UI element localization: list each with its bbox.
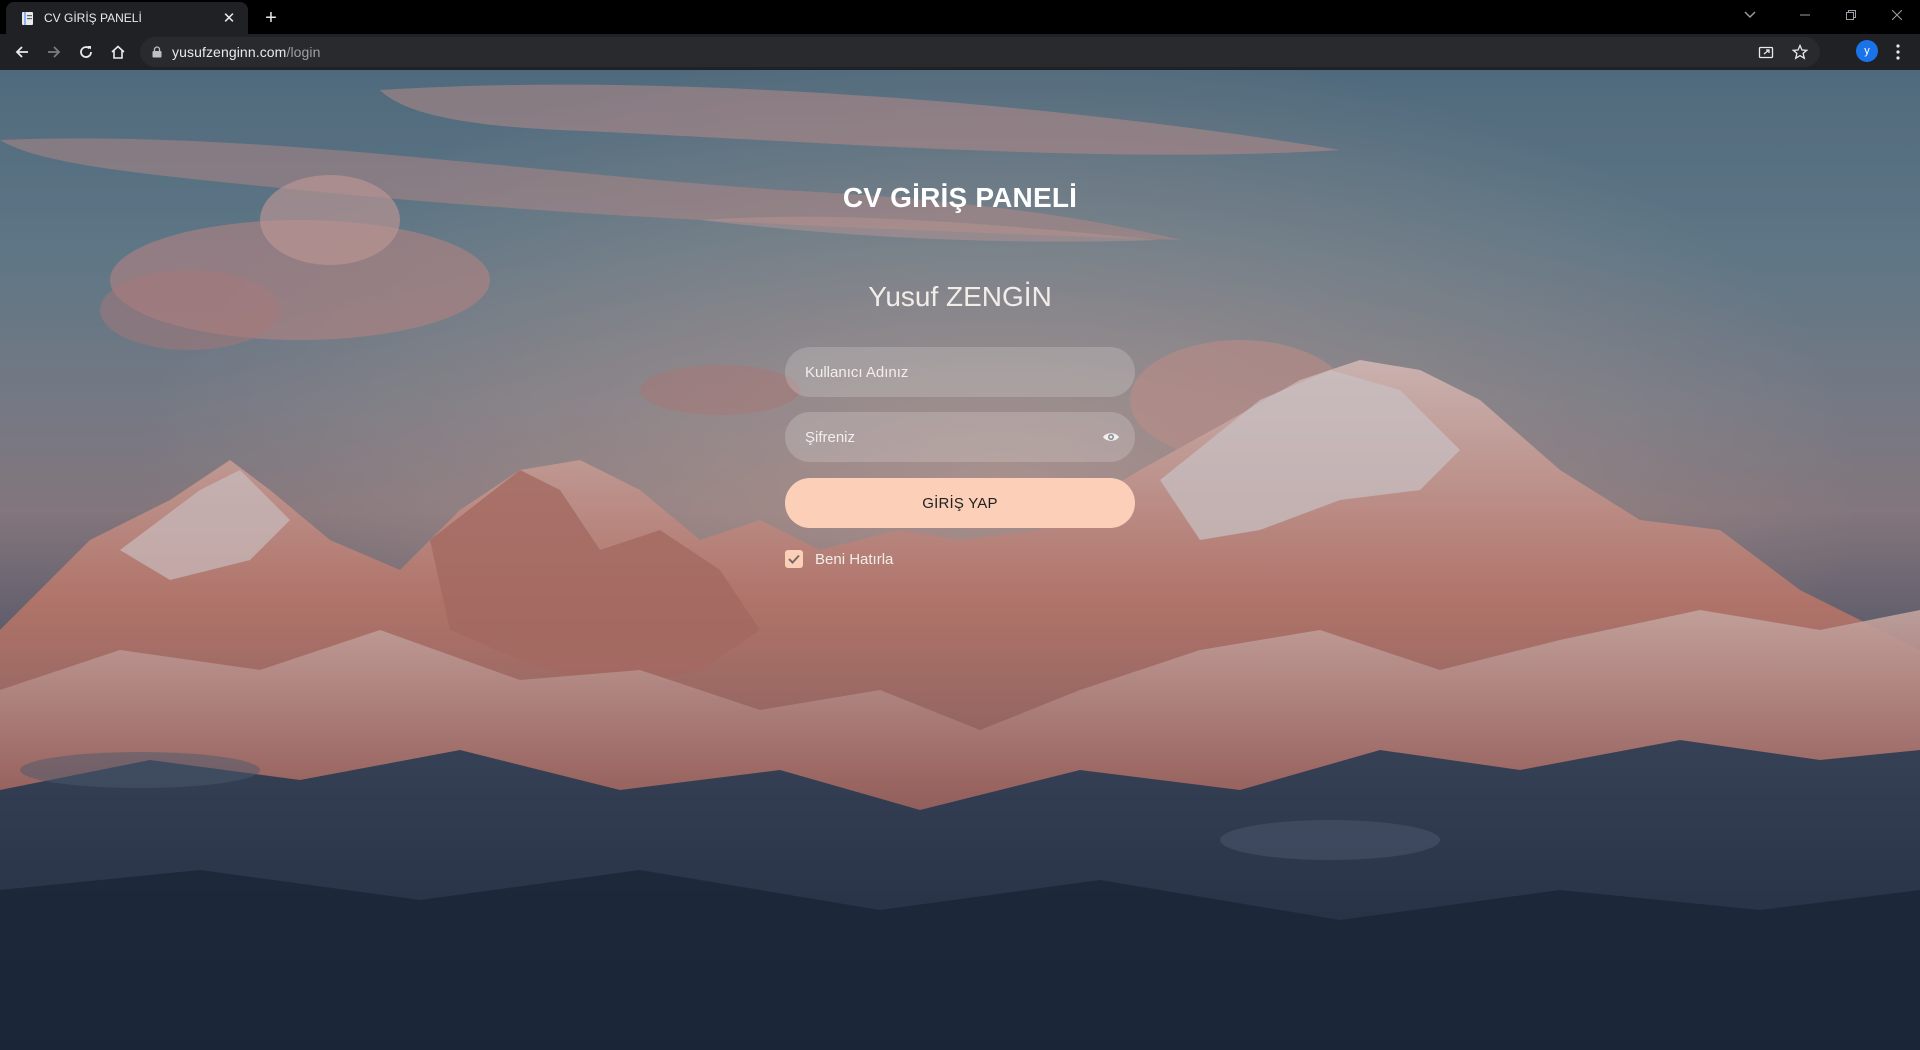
- share-icon[interactable]: [1756, 42, 1776, 62]
- back-arrow-icon[interactable]: [6, 36, 38, 68]
- tab-search-icon[interactable]: [1732, 0, 1768, 30]
- page-title: CV GİRİŞ PANELİ: [842, 182, 1078, 213]
- login-page: CV GİRİŞ PANELİ Yusuf ZENGİN GİRİŞ YAP B…: [0, 70, 1920, 1050]
- checkmark-icon: [788, 554, 800, 564]
- password-field-wrapper: [785, 412, 1135, 462]
- owner-name: Yusuf ZENGİN: [868, 281, 1052, 312]
- url-host: yusufzenginn.com: [172, 44, 287, 60]
- document-icon: [20, 11, 35, 26]
- url-path: /login: [286, 44, 321, 60]
- restore-icon[interactable]: [1828, 0, 1874, 30]
- tab-title: CV GİRİŞ PANELİ: [44, 11, 142, 25]
- minimize-icon[interactable]: [1782, 0, 1828, 30]
- browser-tab-active[interactable]: CV GİRİŞ PANELİ ✕: [6, 2, 248, 34]
- more-menu-icon[interactable]: [1886, 38, 1910, 66]
- profile-avatar[interactable]: y: [1856, 40, 1878, 62]
- url-text: yusufzenginn.com/login: [172, 44, 321, 60]
- window-close-icon[interactable]: [1874, 0, 1920, 30]
- login-button[interactable]: GİRİŞ YAP: [785, 478, 1135, 528]
- address-bar[interactable]: yusufzenginn.com/login: [140, 37, 1820, 67]
- username-input[interactable]: [805, 363, 1115, 381]
- remember-label: Beni Hatırla: [815, 550, 894, 568]
- bookmark-star-icon[interactable]: [1790, 42, 1810, 62]
- browser-toolbar: yusufzenginn.com/login y: [0, 34, 1920, 70]
- window-controls: [1782, 0, 1920, 30]
- tab-close-icon[interactable]: ✕: [220, 9, 238, 27]
- home-icon[interactable]: [102, 36, 134, 68]
- browser-tab-strip: CV GİRİŞ PANELİ ✕ +: [0, 0, 1920, 34]
- username-field-wrapper: [785, 347, 1135, 397]
- new-tab-button[interactable]: +: [258, 5, 284, 31]
- background-dim-overlay: [0, 70, 1920, 1050]
- forward-arrow-icon[interactable]: [38, 36, 70, 68]
- eye-icon[interactable]: [1101, 427, 1121, 447]
- password-input[interactable]: [805, 428, 1115, 446]
- remember-checkbox[interactable]: [785, 550, 803, 568]
- remember-me[interactable]: Beni Hatırla: [785, 550, 893, 568]
- reload-icon[interactable]: [70, 36, 102, 68]
- lock-icon[interactable]: [150, 45, 164, 59]
